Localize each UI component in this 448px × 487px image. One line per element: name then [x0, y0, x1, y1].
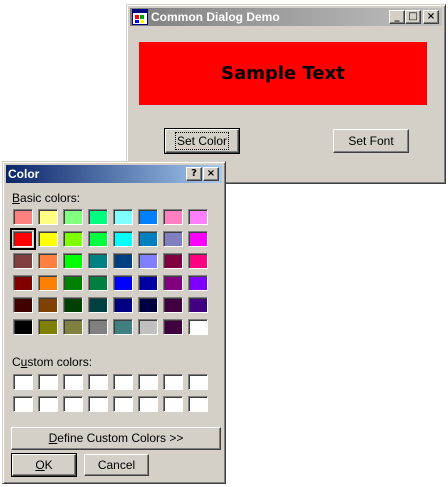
custom-colors-label: Custom colors: — [12, 355, 93, 369]
basic-color-swatch[interactable] — [13, 275, 33, 291]
main-window-title: Common Dialog Demo — [151, 10, 280, 24]
basic-color-swatch[interactable] — [188, 253, 208, 269]
sample-text: Sample Text — [221, 63, 345, 84]
basic-color-swatch[interactable] — [188, 231, 208, 247]
basic-color-swatch[interactable] — [113, 275, 133, 291]
custom-color-swatch[interactable] — [38, 374, 58, 390]
help-button[interactable]: ? — [186, 167, 202, 181]
basic-color-swatch[interactable] — [88, 231, 108, 247]
minimize-button[interactable]: _ — [389, 10, 405, 24]
color-dialog-title: Color — [8, 167, 40, 181]
maximize-icon: □ — [408, 11, 418, 22]
basic-color-swatch[interactable] — [163, 275, 183, 291]
basic-color-swatch[interactable] — [113, 319, 133, 335]
basic-color-swatch[interactable] — [88, 253, 108, 269]
basic-color-swatch[interactable] — [113, 253, 133, 269]
custom-color-swatch[interactable] — [88, 374, 108, 390]
close-button[interactable]: × — [423, 10, 439, 24]
ok-label: OK — [35, 458, 53, 472]
basic-color-swatch[interactable] — [138, 209, 158, 225]
basic-color-swatch[interactable] — [63, 275, 83, 291]
basic-color-swatch[interactable] — [88, 209, 108, 225]
set-font-label: Set Font — [348, 134, 394, 148]
set-font-button[interactable]: Set Font — [333, 129, 409, 153]
custom-color-swatch[interactable] — [188, 396, 208, 412]
cancel-button[interactable]: Cancel — [84, 454, 149, 476]
basic-color-swatch[interactable] — [163, 209, 183, 225]
basic-color-swatch[interactable] — [163, 297, 183, 313]
basic-color-swatch[interactable] — [38, 231, 58, 247]
basic-color-swatch[interactable] — [113, 231, 133, 247]
ok-button[interactable]: OK — [11, 453, 77, 477]
basic-color-swatch[interactable] — [138, 253, 158, 269]
basic-color-swatch[interactable] — [38, 319, 58, 335]
close-icon: × — [426, 11, 436, 22]
basic-colors-label: Basic colors: — [12, 191, 81, 205]
custom-color-swatch[interactable] — [138, 374, 158, 390]
close-icon: × — [206, 168, 216, 179]
define-custom-colors-button[interactable]: Define Custom Colors >> — [11, 427, 221, 450]
basic-color-swatch[interactable] — [88, 297, 108, 313]
basic-color-swatch[interactable] — [63, 231, 83, 247]
basic-color-swatch[interactable] — [13, 297, 33, 313]
custom-color-swatch[interactable] — [113, 374, 133, 390]
custom-color-swatch[interactable] — [138, 396, 158, 412]
main-window: Common Dialog Demo _ □ × Sample Text Set… — [126, 4, 446, 184]
basic-color-swatch[interactable] — [138, 297, 158, 313]
cancel-label: Cancel — [97, 458, 136, 472]
custom-color-swatch[interactable] — [163, 396, 183, 412]
basic-color-swatch[interactable] — [188, 209, 208, 225]
color-dialog: Color ? × Basic colors: Custom colors: D… — [2, 161, 226, 484]
maximize-button[interactable]: □ — [405, 10, 421, 24]
custom-color-swatch[interactable] — [188, 374, 208, 390]
basic-color-swatch[interactable] — [63, 209, 83, 225]
basic-color-swatch[interactable] — [63, 319, 83, 335]
basic-color-swatch[interactable] — [63, 253, 83, 269]
basic-color-swatch[interactable] — [113, 297, 133, 313]
basic-color-swatch[interactable] — [88, 275, 108, 291]
basic-color-swatch[interactable] — [163, 231, 183, 247]
set-color-button[interactable]: Set Color — [164, 128, 240, 154]
basic-color-swatch[interactable] — [88, 319, 108, 335]
basic-color-swatch[interactable] — [138, 319, 158, 335]
sample-text-panel: Sample Text — [139, 42, 427, 105]
custom-color-swatch[interactable] — [163, 374, 183, 390]
basic-color-swatch[interactable] — [138, 231, 158, 247]
custom-color-swatch[interactable] — [38, 396, 58, 412]
basic-color-swatch[interactable] — [38, 253, 58, 269]
basic-color-swatch-selected[interactable] — [10, 228, 36, 250]
custom-color-swatch[interactable] — [113, 396, 133, 412]
basic-color-swatch[interactable] — [38, 209, 58, 225]
dialog-close-button[interactable]: × — [203, 167, 219, 181]
basic-color-swatch[interactable] — [188, 297, 208, 313]
basic-color-swatch[interactable] — [38, 275, 58, 291]
app-icon[interactable] — [132, 9, 148, 25]
custom-color-swatch[interactable] — [88, 396, 108, 412]
basic-color-swatch[interactable] — [138, 275, 158, 291]
basic-color-swatch[interactable] — [188, 319, 208, 335]
custom-color-swatch[interactable] — [63, 396, 83, 412]
basic-color-swatch[interactable] — [163, 319, 183, 335]
basic-color-swatch[interactable] — [63, 297, 83, 313]
custom-color-swatch[interactable] — [13, 396, 33, 412]
minimize-icon: _ — [394, 11, 400, 22]
basic-color-swatch[interactable] — [163, 253, 183, 269]
set-color-label: Set Color — [174, 132, 230, 150]
basic-color-swatch[interactable] — [13, 253, 33, 269]
custom-color-swatch[interactable] — [63, 374, 83, 390]
basic-color-swatch[interactable] — [38, 297, 58, 313]
basic-color-swatch[interactable] — [13, 319, 33, 335]
basic-color-swatch[interactable] — [113, 209, 133, 225]
custom-color-swatch[interactable] — [13, 374, 33, 390]
basic-color-swatch[interactable] — [188, 275, 208, 291]
define-custom-colors-label: Define Custom Colors >> — [48, 431, 184, 445]
help-icon: ? — [191, 168, 197, 179]
basic-color-swatch[interactable] — [13, 209, 33, 225]
